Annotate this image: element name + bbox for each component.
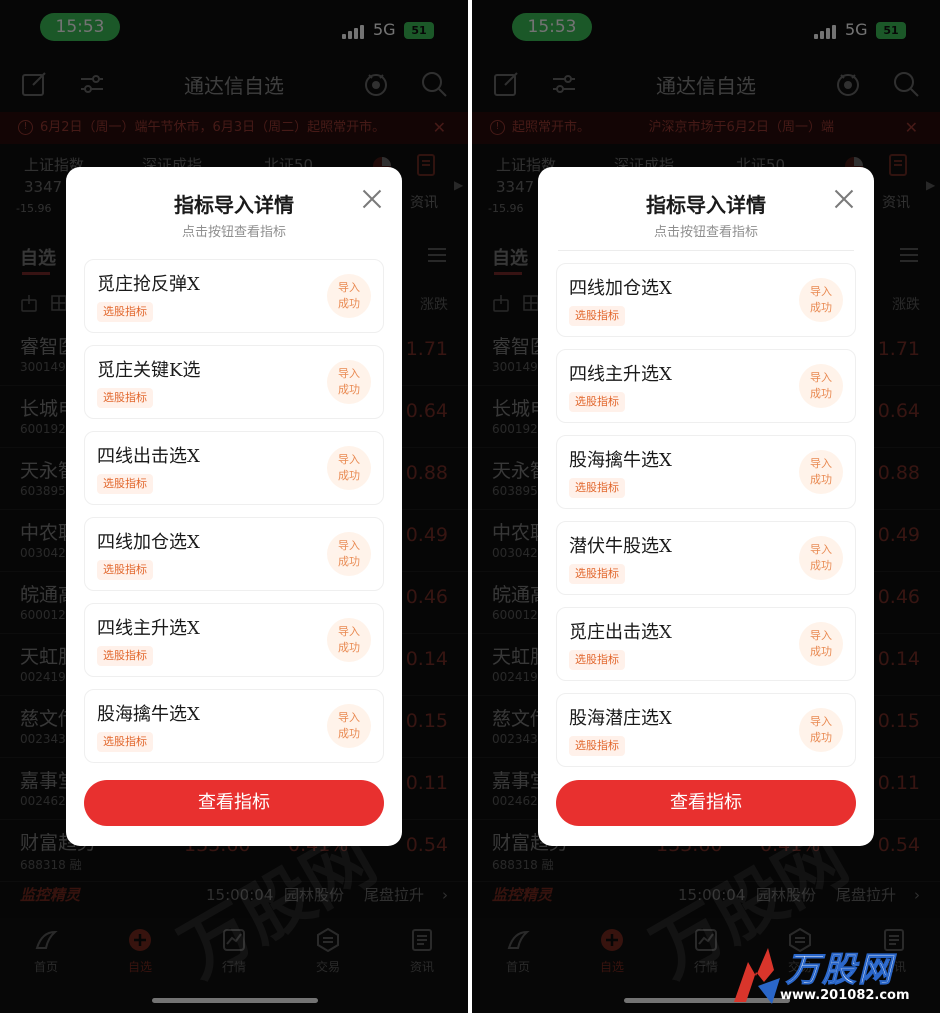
view-indicators-button[interactable]: 查看指标 [556, 780, 856, 826]
indicator-card[interactable]: 觅庄抢反弹X 选股指标 导入成功 [84, 259, 384, 333]
badge-line-2: 成功 [338, 555, 360, 568]
import-success-badge: 导入 成功 [799, 364, 843, 408]
indicator-name: 潜伏牛股选X [569, 536, 672, 557]
close-icon[interactable] [360, 187, 384, 211]
badge-line-1: 导入 [338, 711, 360, 724]
indicator-type-tag: 选股指标 [97, 560, 153, 580]
indicator-import-dialog: 指标导入详情 点击按钮查看指标 觅庄抢反弹X 选股指标 导入 成功 觅庄关键K选 选股指标 导入… [66, 167, 402, 846]
badge-line-1: 导入 [338, 539, 360, 552]
indicator-card[interactable]: 股海擒牛选X 选股指标 导入成功 [84, 689, 384, 763]
view-indicators-button[interactable]: 查看指标 [84, 780, 384, 826]
badge-line-2: 成功 [810, 559, 832, 572]
import-success-badge: 导入 成功 [799, 278, 843, 322]
indicator-name: 觅庄抢反弹X [97, 274, 200, 295]
badge-line-2: 成功 [810, 473, 832, 486]
indicator-card[interactable]: 潜伏牛股选X 选股指标 导入成功 [556, 521, 856, 595]
badge-line-1: 导入 [810, 285, 832, 298]
badge-line-1: 导入 [338, 453, 360, 466]
indicator-import-dialog: 指标导入详情 点击按钮查看指标 四线加仓选X 选股指标 导入 成功 四线主升选X 选股指标 导入… [538, 167, 874, 846]
indicator-card[interactable]: 四线加仓选X 选股指标 导入成功 [556, 263, 856, 337]
indicator-type-tag: 选股指标 [97, 474, 153, 494]
indicator-name: 股海擒牛选X [569, 450, 672, 471]
import-success-badge: 导入 成功 [327, 446, 371, 490]
import-success-badge: 导入 成功 [327, 532, 371, 576]
badge-line-1: 导入 [338, 281, 360, 294]
dialog-subtitle: 点击按钮查看指标 [653, 225, 758, 240]
indicator-type-tag: 选股指标 [569, 478, 625, 498]
bull-logo-icon [734, 948, 780, 1004]
badge-line-1: 导入 [810, 543, 832, 556]
indicator-type-tag: 选股指标 [97, 388, 153, 408]
indicator-type-tag: 选股指标 [97, 646, 153, 666]
import-success-badge: 导入 成功 [799, 536, 843, 580]
badge-line-2: 成功 [338, 727, 360, 740]
dialog-title: 指标导入详情 [646, 193, 766, 217]
indicator-card[interactable]: 觅庄出击选X 选股指标 导入成功 [556, 607, 856, 681]
badge-line-2: 成功 [338, 383, 360, 396]
indicator-name: 觅庄出击选X [569, 622, 672, 643]
indicator-name: 股海擒牛选X [97, 704, 200, 725]
badge-line-2: 成功 [338, 469, 360, 482]
corner-logo-name: 万股网 [786, 950, 894, 991]
indicator-name: 四线加仓选X [97, 532, 200, 553]
dialog-title: 指标导入详情 [174, 193, 294, 217]
indicator-type-tag: 选股指标 [569, 306, 625, 326]
badge-line-1: 导入 [810, 371, 832, 384]
indicator-name: 四线出击选X [97, 446, 200, 467]
badge-line-2: 成功 [338, 297, 360, 310]
badge-line-1: 导入 [338, 367, 360, 380]
indicator-card[interactable]: 四线主升选X 选股指标 导入成功 [84, 603, 384, 677]
badge-line-1: 导入 [810, 715, 832, 728]
indicator-card[interactable]: 觅庄关键K选 选股指标 导入成功 [84, 345, 384, 419]
indicator-type-tag: 选股指标 [97, 732, 153, 752]
indicator-name: 觅庄关键K选 [97, 360, 201, 381]
import-success-badge: 导入 成功 [799, 622, 843, 666]
close-icon[interactable] [832, 187, 856, 211]
indicator-name: 四线主升选X [569, 364, 672, 385]
badge-line-1: 导入 [810, 629, 832, 642]
indicator-type-tag: 选股指标 [569, 564, 625, 584]
indicator-card[interactable]: 四线加仓选X 选股指标 导入成功 [84, 517, 384, 591]
indicator-name: 四线加仓选X [569, 278, 672, 299]
import-success-badge: 导入 成功 [327, 704, 371, 748]
import-success-badge: 导入 成功 [799, 450, 843, 494]
indicator-type-tag: 选股指标 [569, 650, 625, 670]
indicator-card[interactable]: 四线主升选X 选股指标 导入成功 [556, 349, 856, 423]
import-success-badge: 导入 成功 [327, 360, 371, 404]
badge-line-1: 导入 [338, 625, 360, 638]
phone-screen-right: 15:535G51通达信自选!起照常开市。 沪深京市场于6月2日（周一）端✕上证… [472, 0, 940, 1013]
dialog-divider [558, 250, 854, 251]
import-success-badge: 导入 成功 [327, 274, 371, 318]
badge-line-2: 成功 [810, 387, 832, 400]
indicator-type-tag: 选股指标 [569, 736, 625, 756]
import-success-badge: 导入 成功 [327, 618, 371, 662]
indicator-card[interactable]: 四线出击选X 选股指标 导入成功 [84, 431, 384, 505]
import-success-badge: 导入 成功 [799, 708, 843, 752]
indicator-name: 股海潜庄选X [569, 708, 672, 729]
indicator-name: 四线主升选X [97, 618, 200, 639]
dialog-subtitle: 点击按钮查看指标 [181, 225, 286, 240]
badge-line-2: 成功 [810, 645, 832, 658]
indicator-card[interactable]: 股海擒牛选X 选股指标 导入成功 [556, 435, 856, 509]
indicator-type-tag: 选股指标 [97, 302, 153, 322]
indicator-type-tag: 选股指标 [569, 392, 625, 412]
indicator-card[interactable]: 股海潜庄选X 选股指标 导入成功 [556, 693, 856, 767]
corner-watermark-logo: 万股网 www.201082.com [728, 942, 938, 1012]
badge-line-2: 成功 [810, 301, 832, 314]
badge-line-2: 成功 [338, 641, 360, 654]
corner-logo-url: www.201082.com [780, 988, 910, 1003]
badge-line-1: 导入 [810, 457, 832, 470]
badge-line-2: 成功 [810, 731, 832, 744]
phone-screen-left: 15:535G51通达信自选!6月2日（周一）端午节休市，6月3日（周二）起照常… [0, 0, 468, 1013]
